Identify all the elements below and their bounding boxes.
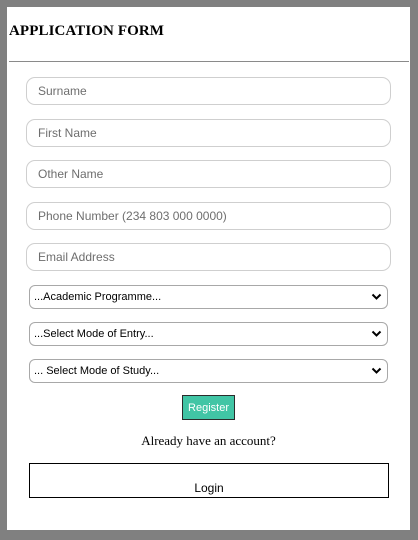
other-name-input[interactable] (26, 160, 391, 188)
account-prompt: Already have an account? (141, 433, 276, 448)
email-address-input[interactable] (26, 243, 391, 271)
login-button[interactable]: Login (29, 463, 389, 498)
phone-number-input[interactable] (26, 202, 391, 230)
application-form-card: APPLICATION FORM ...Academic Programme..… (7, 7, 410, 530)
first-name-input[interactable] (26, 119, 391, 147)
mode-of-study-value: ... Select Mode of Study... (34, 365, 160, 377)
surname-input[interactable] (26, 77, 391, 105)
title-divider (9, 61, 409, 62)
chevron-down-icon (371, 330, 382, 337)
academic-programme-value: ...Academic Programme... (34, 291, 162, 303)
mode-of-entry-select[interactable]: ...Select Mode of Entry... (29, 322, 388, 346)
chevron-down-icon (371, 367, 382, 374)
mode-of-entry-value: ...Select Mode of Entry... (34, 328, 154, 340)
mode-of-study-select[interactable]: ... Select Mode of Study... (29, 359, 388, 383)
form-title: APPLICATION FORM (9, 23, 165, 39)
academic-programme-select[interactable]: ...Academic Programme... (29, 285, 388, 309)
chevron-down-icon (371, 293, 382, 300)
register-button[interactable]: Register (182, 395, 235, 420)
